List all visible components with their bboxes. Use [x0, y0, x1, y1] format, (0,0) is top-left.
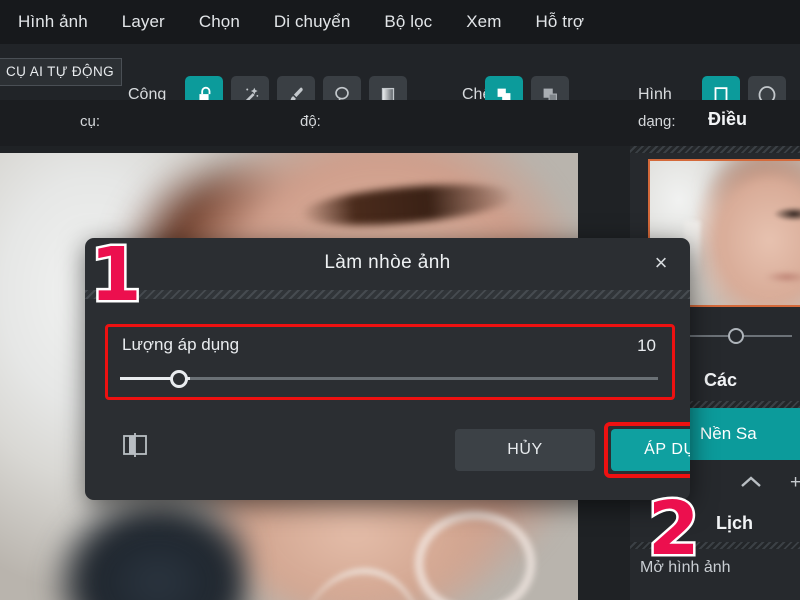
menu-bar: Hình ảnh Layer Chọn Di chuyển Bộ lọc Xem…	[0, 0, 800, 44]
menu-di-chuyen[interactable]: Di chuyển	[274, 12, 351, 32]
dialog-divider-hatch	[85, 290, 690, 299]
close-icon[interactable]: ×	[648, 250, 674, 276]
chevron-up-icon[interactable]	[736, 472, 766, 497]
menu-xem[interactable]: Xem	[466, 12, 501, 32]
add-layer-icon[interactable]: +	[790, 472, 800, 494]
amount-slider-track[interactable]	[120, 377, 658, 380]
layer-name-label: Nền Sa	[700, 424, 757, 443]
amount-slider-value: 10	[637, 336, 656, 355]
option-dang-label: dạng:	[638, 113, 676, 130]
apply-button[interactable]: ÁP DỤNG	[611, 429, 690, 471]
menu-layer[interactable]: Layer	[122, 12, 165, 32]
ai-auto-tool-chip[interactable]: CỤ AI TỰ ĐỘNG	[0, 58, 122, 86]
right-panel-header: dạng: Điều	[630, 100, 800, 146]
dialog-title: Làm nhòe ảnh	[324, 252, 451, 273]
cancel-button[interactable]: HỦY	[455, 429, 595, 471]
step-badge-1: 1	[88, 232, 144, 318]
dialog-body: Lượng áp dụng 10 HỦY ÁP DỤNG	[85, 299, 690, 500]
option-do-label: độ:	[300, 113, 321, 130]
amount-slider-knob[interactable]	[170, 370, 188, 388]
option-cu-label: cụ:	[80, 113, 101, 130]
amount-slider-label: Lượng áp dụng	[122, 335, 240, 354]
step-badge-2: 2	[646, 486, 702, 572]
adjust-panel-title: Điều	[708, 109, 748, 129]
menu-hinh-anh[interactable]: Hình ảnh	[18, 12, 88, 32]
panel-slider-knob[interactable]	[728, 328, 744, 344]
tool-bar: CỤ AI TỰ ĐỘNG Công Chế Hình	[0, 44, 800, 114]
menu-ho-tro[interactable]: Hỗ trợ	[536, 12, 585, 32]
blur-dialog: Làm nhòe ảnh × Lượng áp dụng 10 HỦY ÁP D…	[85, 238, 690, 500]
menu-chon[interactable]: Chọn	[199, 12, 240, 32]
app-window: Hình ảnh Layer Chọn Di chuyển Bộ lọc Xem…	[0, 0, 800, 600]
amount-slider-highlight: Lượng áp dụng 10	[105, 324, 675, 400]
panel-divider-hatch	[630, 146, 800, 153]
menu-bo-loc[interactable]: Bộ lọc	[384, 12, 432, 32]
before-after-icon[interactable]	[117, 427, 153, 463]
photo-shoulder	[20, 483, 250, 600]
dialog-titlebar: Làm nhòe ảnh ×	[85, 238, 690, 290]
